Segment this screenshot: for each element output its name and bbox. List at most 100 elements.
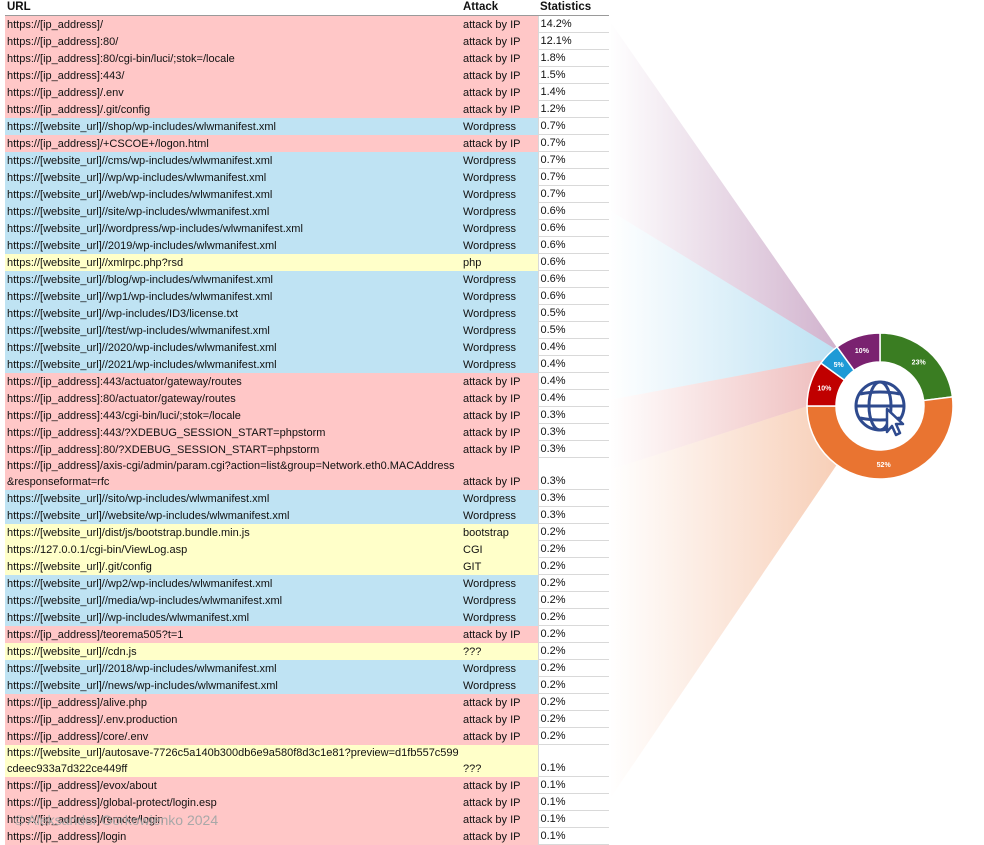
statistics-cell: 0.2%: [537, 693, 609, 711]
statistics-cell: 0.6%: [537, 236, 609, 254]
table-row: https://[website_url]//shop/wp-includes/…: [5, 117, 609, 135]
statistics-cell: 0.1%: [537, 810, 609, 828]
table-row: https://[website_url]//sito/wp-includes/…: [5, 489, 609, 507]
table-row: https://[ip_address]/+CSCOE+/logon.html a…: [5, 134, 609, 152]
url-cell: https://[website_url]//test/wp-includes/…: [5, 321, 461, 339]
table-row: https://[ip_address]:80/actuator/gateway…: [5, 389, 609, 407]
attack-type-cell: php: [461, 253, 538, 271]
statistics-cell: 0.1%: [537, 776, 609, 794]
statistics-cell: 0.3%: [537, 506, 609, 524]
table-row: https://[website_url]//cms/wp-includes/w…: [5, 151, 609, 169]
url-cell: https://[ip_address]/.git/config: [5, 100, 461, 118]
url-cell: https://[ip_address]/.env.production: [5, 710, 461, 728]
url-cell: https://[website_url]//media/wp-includes…: [5, 591, 461, 609]
attack-type-cell: Wordpress: [461, 506, 538, 524]
table-row: https://[website_url]/dist/js/bootstrap.…: [5, 523, 609, 541]
attack-type-cell: Wordpress: [461, 117, 538, 135]
table-row: https://[website_url]//blog/wp-includes/…: [5, 270, 609, 288]
attack-type-cell: attack by IP: [461, 100, 538, 118]
url-cell: https://[ip_address]:443/?XDEBUG_SESSION…: [5, 423, 461, 441]
statistics-cell: 0.6%: [537, 287, 609, 305]
table-row: https://[website_url]//site/wp-includes/…: [5, 202, 609, 220]
table-row: https://[website_url]//media/wp-includes…: [5, 591, 609, 609]
attack-type-cell: attack by IP: [461, 727, 538, 745]
url-cell: https://[ip_address]:80/cgi-bin/luci/;st…: [5, 49, 461, 67]
statistics-cell: 12.1%: [537, 32, 609, 50]
statistics-cell: 0.2%: [537, 608, 609, 626]
attack-type-cell: attack by IP: [461, 372, 538, 390]
url-cell: https://[ip_address]/.env: [5, 83, 461, 101]
attack-type-cell: attack by IP: [461, 793, 538, 811]
attack-type-cell: Wordpress: [461, 185, 538, 203]
statistics-cell: 0.7%: [537, 117, 609, 135]
url-cell: https://[website_url]//2019/wp-includes/…: [5, 236, 461, 254]
url-cell: https://[website_url]//web/wp-includes/w…: [5, 185, 461, 203]
statistics-cell: 0.5%: [537, 304, 609, 322]
attack-type-cell: ???: [461, 744, 538, 777]
table-row: https://[website_url]//test/wp-includes/…: [5, 321, 609, 339]
table-row: https://[website_url]//cdn.js??? 0.2%: [5, 642, 609, 660]
url-cell: https://[ip_address]/teorema505?t=1: [5, 625, 461, 643]
url-cell: https://127.0.0.1/cgi-bin/ViewLog.asp: [5, 540, 461, 558]
table-row: https://[ip_address]:443/attack by IP 1.5…: [5, 66, 609, 84]
statistics-cell: 0.3%: [537, 440, 609, 458]
url-cell: https://[ip_address]/: [5, 15, 461, 33]
table-row: https://[ip_address]:80/attack by IP 12.1…: [5, 32, 609, 50]
attack-type-cell: bootstrap: [461, 523, 538, 541]
table-row: https://[website_url]/autosave-7726c5a14…: [5, 744, 609, 777]
donut-slice-label: 5%: [834, 362, 845, 369]
attack-type-cell: CGI: [461, 540, 538, 558]
attack-type-cell: Wordpress: [461, 321, 538, 339]
donut-slice-label: 10%: [817, 385, 832, 392]
url-cell: https://[website_url]/dist/js/bootstrap.…: [5, 523, 461, 541]
url-cell: https://[ip_address]/axis-cgi/admin/para…: [5, 457, 461, 490]
statistics-cell: 0.5%: [537, 321, 609, 339]
url-cell: https://[ip_address]:443/: [5, 66, 461, 84]
statistics-cell: 0.6%: [537, 253, 609, 271]
attack-share-donut-chart: 23% 52% 10% 5% 10%: [806, 332, 954, 480]
table-row: https://[ip_address]/global-protect/logi…: [5, 793, 609, 811]
statistics-cell: 0.2%: [537, 625, 609, 643]
statistics-cell: 0.7%: [537, 134, 609, 152]
table-row: https://[website_url]//2018/wp-includes/…: [5, 659, 609, 677]
table-row: https://[ip_address]/core/.env attack by …: [5, 727, 609, 745]
statistics-cell: 0.7%: [537, 168, 609, 186]
table-row: https://[website_url]//2020/wp-includes/…: [5, 338, 609, 356]
statistics-cell: 0.1%: [537, 827, 609, 845]
table-row: https://[ip_address]:443/?XDEBUG_SESSION…: [5, 423, 609, 441]
url-cell: https://[ip_address]:443/actuator/gatewa…: [5, 372, 461, 390]
statistics-cell: 0.2%: [537, 591, 609, 609]
attack-type-cell: attack by IP: [461, 32, 538, 50]
url-cell: https://[website_url]//cdn.js: [5, 642, 461, 660]
statistics-cell: 0.4%: [537, 338, 609, 356]
statistics-cell: 0.2%: [537, 574, 609, 592]
table-row: https://[ip_address]/.env.production atta…: [5, 710, 609, 728]
url-cell: https://[ip_address]:80/actuator/gateway…: [5, 389, 461, 407]
table-row: https://[website_url]/.git/config GIT 0.2%: [5, 557, 609, 575]
table-row: https://[ip_address]/axis-cgi/admin/para…: [5, 457, 609, 490]
statistics-cell: 0.1%: [537, 793, 609, 811]
table-row: https://[ip_address]/login attack by IP 0.…: [5, 827, 609, 845]
copyright-footer: © Aleksander Gorkowienko 2024: [14, 812, 219, 828]
statistics-cell: 0.4%: [537, 389, 609, 407]
statistics-cell: 0.3%: [537, 457, 609, 490]
attack-type-cell: Wordpress: [461, 591, 538, 609]
statistics-cell: 0.4%: [537, 355, 609, 373]
table-row: https://[website_url]//wp1/wp-includes/w…: [5, 287, 609, 305]
url-cell: https://[website_url]/.git/config: [5, 557, 461, 575]
table-row: https://[website_url]//2019/wp-includes/…: [5, 236, 609, 254]
statistics-cell: 0.2%: [537, 710, 609, 728]
statistics-cell: 0.2%: [537, 642, 609, 660]
statistics-cell: 0.3%: [537, 406, 609, 424]
attack-type-cell: attack by IP: [461, 389, 538, 407]
url-cell: https://[website_url]//news/wp-includes/…: [5, 676, 461, 694]
statistics-cell: 0.3%: [537, 423, 609, 441]
attack-type-cell: Wordpress: [461, 676, 538, 694]
table-row: https://[ip_address]:443/cgi-bin/luci/;s…: [5, 406, 609, 424]
attack-type-cell: Wordpress: [461, 236, 538, 254]
table-row: https://[website_url]//2021/wp-includes/…: [5, 355, 609, 373]
url-cell: https://[website_url]//site/wp-includes/…: [5, 202, 461, 220]
column-header-attack: Attack: [461, 0, 538, 16]
statistics-cell: 0.2%: [537, 659, 609, 677]
table-row: https://[ip_address]/evox/about attack by…: [5, 776, 609, 794]
